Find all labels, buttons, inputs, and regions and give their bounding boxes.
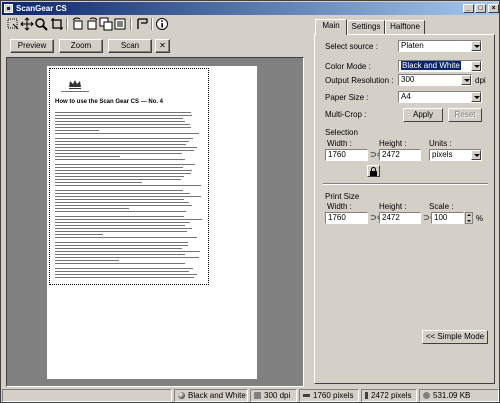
output-resolution-dropdown[interactable]: 300 [398,74,472,86]
select-source-value: Platen [401,41,424,50]
selection-height-label: Height : [379,139,407,148]
status-resolution: 300 dpi [250,389,297,402]
status-width-text: 1760 pixels [313,391,354,400]
status-height: 2472 pixels [361,389,417,402]
crop-frame[interactable] [49,68,209,285]
apply-button[interactable]: Apply [403,108,443,122]
maximize-button[interactable]: □ [475,4,486,13]
mirror-icon[interactable] [136,17,150,31]
chevron-down-icon[interactable] [471,61,481,71]
tab-halftone[interactable]: Halftone [385,20,425,34]
status-resolution-text: 300 dpi [264,391,291,400]
print-height-field[interactable]: 2472 [379,212,421,224]
print-height-label: Height : [379,202,407,211]
window-title: ScanGear CS [16,4,67,13]
print-width-field[interactable]: 1760 [325,212,368,224]
width-icon [303,394,310,397]
selection-height-field[interactable]: 2472 [379,149,421,161]
selection-width-label: Width : [327,139,352,148]
reset-button[interactable]: Reset [448,108,482,122]
color-mode-value: Black and White [401,61,461,70]
tool-toolbar [2,16,182,32]
chevron-down-icon[interactable] [471,92,481,102]
resolution-icon [254,392,261,399]
color-mode-dropdown[interactable]: Black and White [398,60,482,72]
tab-settings[interactable]: Settings [347,20,385,34]
auto-crop-icon[interactable] [113,17,127,31]
status-spacer [2,389,172,402]
clear-button[interactable]: ✕ [155,39,170,53]
rotate-right-icon[interactable] [85,17,99,31]
status-size-text: 531.09 KB [433,391,471,400]
paper-size-label: Paper Size : [325,93,369,102]
link-icon: ⊃⊂ [423,213,437,222]
divider [323,183,488,185]
toolbar-separator [130,18,132,30]
chevron-down-icon[interactable] [461,75,471,85]
paper-size-value: A4 [401,92,411,101]
zoom-button[interactable]: Zoom [59,39,103,53]
aspect-ratio-lock-button[interactable] [367,165,380,177]
print-size-label: Print Size [325,192,360,201]
scale-spinner[interactable] [465,212,473,224]
lock-icon [370,167,377,176]
simple-mode-button[interactable]: << Simple Mode [422,330,488,344]
preview-area[interactable]: How to use the Scan Gear CS — No. 4 [6,57,304,387]
scale-label: Scale : [429,202,454,211]
color-mode-icon [178,392,185,399]
status-color-mode-text: Black and White [188,391,246,400]
scale-field[interactable]: 100 [431,212,464,224]
select-source-label: Select source : [325,42,378,51]
percent-label: % [476,214,484,223]
color-mode-label: Color Mode : [325,62,371,71]
rotate-left-icon[interactable] [71,17,85,31]
title-bar[interactable]: ScanGear CS _ □ × [2,2,499,15]
scangear-window: ScanGear CS _ □ × Preview Zoom Scan ✕ Ho… [0,0,500,403]
file-size-icon [423,392,430,399]
output-resolution-label: Output Resolution : [325,76,394,85]
selection-width-field[interactable]: 1760 [325,149,368,161]
status-height-text: 2472 pixels [371,391,412,400]
toolbar-separator [66,18,68,30]
select-source-dropdown[interactable]: Platen [398,40,482,52]
chevron-down-icon[interactable] [471,150,481,160]
units-value: pixels [432,150,453,159]
move-icon[interactable] [20,17,34,31]
units-label: Units : [429,139,452,148]
copy-icon[interactable] [99,17,113,31]
link-icon: ⊃⊂ [370,213,384,222]
marquee-select-icon[interactable] [6,17,20,31]
crop-icon[interactable] [50,17,64,31]
tab-main[interactable]: Main [315,19,347,35]
dpi-unit-label: dpi [475,76,486,85]
chevron-down-icon[interactable] [471,41,481,51]
link-icon: ⊃⊂ [370,150,384,159]
scan-button[interactable]: Scan [108,39,152,53]
status-color-mode: Black and White [174,389,248,402]
status-bar: Black and White 300 dpi 1760 pixels 2472… [2,388,499,403]
output-resolution-value: 300 [401,75,415,84]
selection-label: Selection [325,128,358,137]
multi-crop-label: Multi-Crop : [325,110,367,119]
units-dropdown[interactable]: pixels [429,149,482,161]
close-button[interactable]: × [488,4,499,13]
info-icon[interactable] [155,17,169,31]
print-width-label: Width : [327,202,352,211]
status-width: 1760 pixels [299,389,359,402]
paper-size-dropdown[interactable]: A4 [398,91,482,103]
zoom-icon[interactable] [34,17,48,31]
toolbar-separator [151,18,153,30]
status-file-size: 531.09 KB [419,389,499,402]
main-tab-panel: Select source : Platen Color Mode : Blac… [314,34,495,384]
height-icon [365,392,368,399]
minimize-button[interactable]: _ [463,4,474,13]
app-icon [4,4,13,13]
preview-button[interactable]: Preview [10,39,54,53]
preview-page: How to use the Scan Gear CS — No. 4 [47,66,257,379]
settings-panel: Main Settings Halftone Select source : P… [314,19,499,384]
